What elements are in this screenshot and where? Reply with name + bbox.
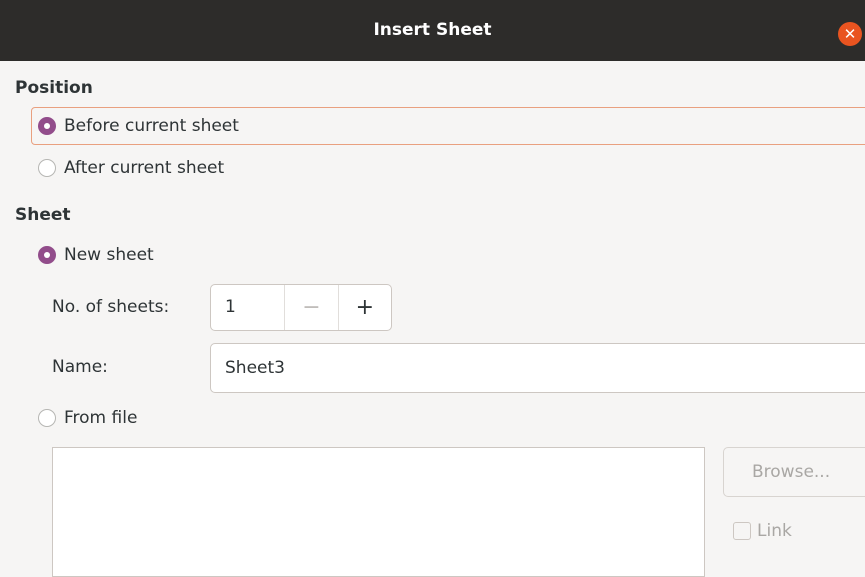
radio-checked-icon[interactable] — [38, 117, 56, 135]
radio-label: Before current sheet — [64, 116, 239, 136]
sheet-heading: Sheet — [15, 205, 71, 225]
no-of-sheets-stepper[interactable]: 1 − + — [210, 284, 392, 331]
file-tables-list[interactable] — [52, 447, 705, 577]
sheet-name-input[interactable]: Sheet3 — [210, 343, 865, 393]
radio-before-current-sheet[interactable]: Before current sheet — [38, 113, 239, 139]
name-label: Name: — [52, 357, 108, 377]
radio-after-current-sheet[interactable]: After current sheet — [38, 155, 224, 181]
radio-label: New sheet — [64, 245, 154, 265]
radio-unchecked-icon[interactable] — [38, 409, 56, 427]
radio-label: After current sheet — [64, 158, 225, 178]
browse-button[interactable]: Browse... — [723, 447, 865, 497]
increment-button[interactable]: + — [337, 285, 391, 330]
radio-label: From file — [64, 408, 138, 428]
radio-from-file[interactable]: From file — [38, 405, 137, 431]
position-heading: Position — [15, 78, 93, 98]
close-button[interactable]: ✕ — [838, 22, 862, 46]
decrement-button[interactable]: − — [284, 285, 337, 330]
no-of-sheets-input[interactable]: 1 — [211, 285, 284, 330]
dialog-title: Insert Sheet — [373, 20, 492, 40]
radio-new-sheet[interactable]: New sheet — [38, 242, 154, 268]
link-label: Link — [757, 521, 792, 541]
link-checkbox[interactable]: Link — [733, 518, 792, 544]
checkbox-icon[interactable] — [733, 522, 751, 540]
radio-checked-icon[interactable] — [38, 246, 56, 264]
no-of-sheets-label: No. of sheets: — [52, 297, 170, 317]
radio-unchecked-icon[interactable] — [38, 159, 56, 177]
